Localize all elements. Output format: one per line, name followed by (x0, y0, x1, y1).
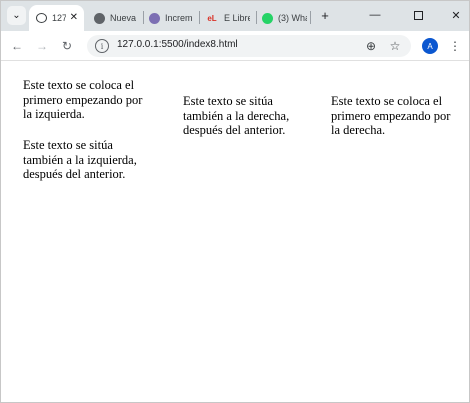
close-icon[interactable]: ✕ (70, 12, 78, 23)
reload-icon: ↻ (61, 39, 73, 53)
tab-title: E Libre (224, 13, 250, 23)
tab-nueva[interactable]: Nueva (94, 5, 140, 31)
minimize-button[interactable]: — (365, 7, 385, 23)
chrome-icon (94, 12, 105, 24)
minimize-icon: — (369, 9, 381, 21)
tab-whatsapp[interactable]: (3) WhatsApp (262, 5, 307, 31)
bookmark-star-icon[interactable]: ☆ (387, 38, 403, 54)
tab-title: Nueva (110, 13, 137, 23)
tab-search-button[interactable]: ⌄ (7, 6, 26, 25)
maximize-icon (413, 10, 423, 20)
menu-button[interactable]: ⋮ (447, 38, 463, 54)
paragraph-left-1: Este texto se coloca el primero empezand… (23, 78, 143, 121)
whatsapp-icon (262, 12, 273, 24)
tab-separator (256, 11, 257, 24)
close-icon: ✕ (451, 9, 461, 22)
toolbar: ← → ↻ i 127.0.0.1:5500/index8.html ⊕ ☆ A… (1, 31, 469, 61)
profile-avatar[interactable]: A (422, 38, 438, 54)
tab-title: Increm (165, 13, 193, 23)
tab-separator (143, 11, 144, 24)
reload-button[interactable]: ↻ (59, 38, 75, 54)
maximize-button[interactable] (408, 7, 428, 23)
zoom-icon[interactable]: ⊕ (363, 38, 379, 54)
profile-icon (149, 12, 160, 24)
elibro-icon: eL (207, 13, 217, 23)
tab-increm[interactable]: Increm (149, 5, 195, 31)
address-bar[interactable]: i 127.0.0.1:5500/index8.html ⊕ ☆ (87, 35, 411, 57)
back-button[interactable]: ← (9, 38, 25, 54)
paragraph-right-2: Este texto se sitúa también a la derecha… (183, 94, 290, 137)
page-content: Este texto se coloca el primero empezand… (1, 62, 469, 402)
tab-title: 127 (52, 13, 66, 23)
globe-icon (36, 13, 47, 23)
paragraph-left-2: Este texto se sitúa también a la izquier… (23, 138, 137, 181)
tab-separator (310, 11, 311, 24)
tab-separator (199, 11, 200, 24)
forward-button[interactable]: → (34, 38, 50, 54)
paragraph-right-1: Este texto se coloca el primero empezand… (331, 94, 451, 137)
arrow-right-icon: → (36, 39, 48, 53)
new-tab-button[interactable]: + (317, 7, 333, 23)
arrow-left-icon: ← (11, 39, 23, 53)
tab-title: (3) WhatsApp (278, 13, 307, 23)
tab-elibro[interactable]: eL E Libre (205, 5, 251, 31)
window-close-button[interactable]: ✕ (446, 7, 466, 23)
tab-strip: ⌄ 127 ✕ Nueva Increm eL E Libre (3) What… (1, 1, 469, 31)
info-icon[interactable]: i (95, 39, 109, 53)
more-vert-icon: ⋮ (449, 39, 461, 53)
url-text: 127.0.0.1:5500/index8.html (117, 39, 238, 50)
browser-window: ⌄ 127 ✕ Nueva Increm eL E Libre (3) What… (0, 0, 470, 403)
plus-icon: + (321, 7, 329, 23)
chevron-down-icon: ⌄ (12, 10, 21, 21)
tab-active[interactable]: 127 ✕ (29, 5, 84, 31)
